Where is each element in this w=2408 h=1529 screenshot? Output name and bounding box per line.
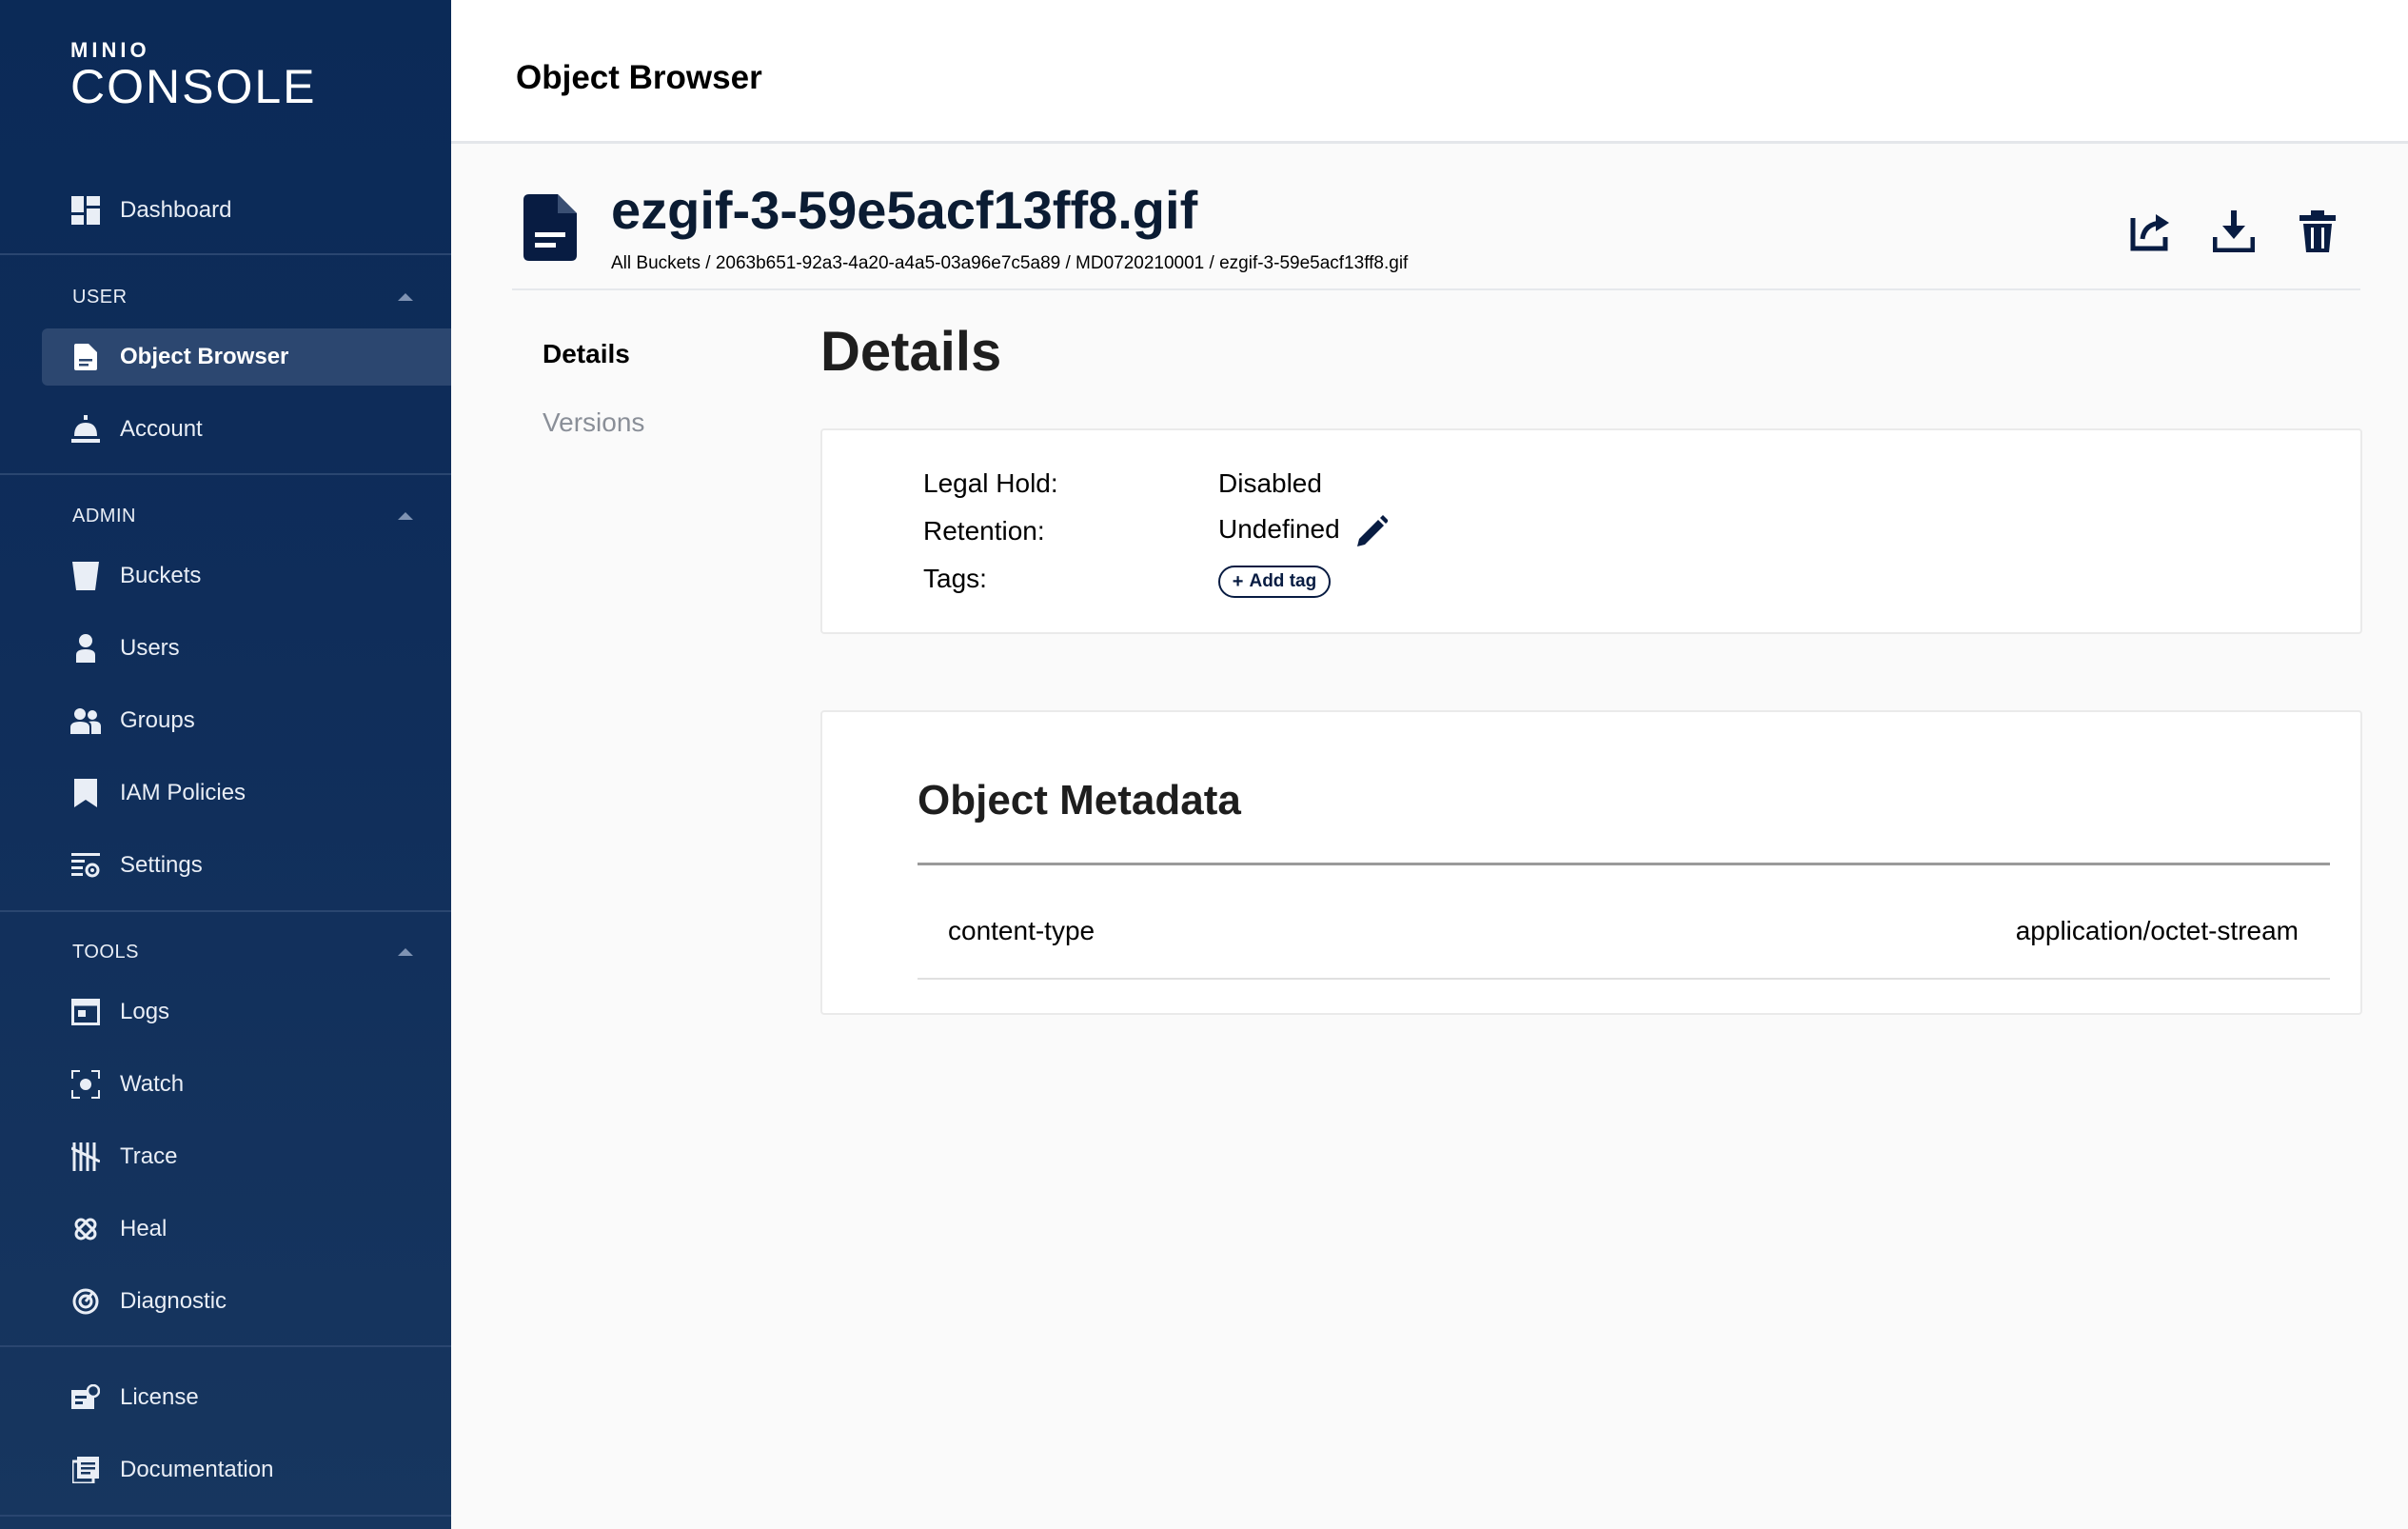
metadata-title: Object Metadata xyxy=(918,777,1241,824)
logo-product: CONSOLE xyxy=(70,60,317,113)
object-name: ezgif-3-59e5acf13ff8.gif xyxy=(611,180,1198,240)
watch-icon xyxy=(70,1069,101,1100)
section-user-toggle[interactable]: USER xyxy=(72,283,415,311)
metadata-value: application/octet-stream xyxy=(2015,916,2299,945)
breadcrumb[interactable]: All Buckets / 2063b651-92a3-4a20-a4a5-03… xyxy=(611,253,1408,274)
share-icon xyxy=(2129,210,2171,257)
chevron-up-icon xyxy=(398,293,413,301)
legal-hold-label: Legal Hold: xyxy=(923,468,1058,498)
section-admin-toggle[interactable]: ADMIN xyxy=(72,502,415,530)
metadata-row-divider xyxy=(918,978,2330,980)
groups-icon xyxy=(70,705,101,736)
bookmark-icon xyxy=(70,778,101,808)
sidebar-item-users[interactable]: Users xyxy=(42,620,451,677)
page-header: Object Browser xyxy=(451,0,2408,144)
sidebar-item-license[interactable]: License xyxy=(42,1369,451,1426)
section-user-label: USER xyxy=(72,286,128,308)
sidebar: MINIO CONSOLE Dashboard USER Object Brow… xyxy=(0,0,451,1529)
sidebar-item-label: Dashboard xyxy=(120,197,232,223)
sidebar-item-label: IAM Policies xyxy=(120,780,247,805)
sidebar-item-label: License xyxy=(120,1384,199,1410)
sidebar-item-label: Groups xyxy=(120,707,195,733)
retention-label: Retention: xyxy=(923,516,1045,546)
section-admin-label: ADMIN xyxy=(72,505,136,526)
logs-icon xyxy=(70,997,101,1027)
details-title: Details xyxy=(820,321,1002,383)
sidebar-divider xyxy=(0,910,451,912)
plus-icon: + xyxy=(1232,571,1244,592)
page-title: Object Browser xyxy=(516,59,762,96)
trash-icon xyxy=(2299,209,2336,257)
license-icon xyxy=(70,1382,101,1413)
trace-icon xyxy=(70,1142,101,1172)
chevron-up-icon xyxy=(398,512,413,520)
sidebar-item-label: Logs xyxy=(120,999,170,1024)
sidebar-item-iam-policies[interactable]: IAM Policies xyxy=(42,764,451,822)
tab-details[interactable]: Details xyxy=(543,339,630,369)
sidebar-item-logs[interactable]: Logs xyxy=(42,983,451,1041)
dashboard-icon xyxy=(70,195,101,226)
sidebar-divider xyxy=(0,1515,451,1517)
add-tag-label: Add tag xyxy=(1249,571,1317,591)
sidebar-item-label: Watch xyxy=(120,1071,185,1097)
sidebar-item-dashboard[interactable]: Dashboard xyxy=(42,182,451,239)
sidebar-item-account[interactable]: Account xyxy=(42,401,451,458)
diagnostic-icon xyxy=(70,1286,101,1317)
sidebar-item-object-browser[interactable]: Object Browser xyxy=(42,328,451,386)
sidebar-item-buckets[interactable]: Buckets xyxy=(42,547,451,605)
sidebar-item-label: Trace xyxy=(120,1143,178,1169)
tab-versions[interactable]: Versions xyxy=(543,407,644,438)
section-tools-label: TOOLS xyxy=(72,941,139,963)
share-button[interactable] xyxy=(2124,208,2176,259)
sidebar-item-settings[interactable]: Settings xyxy=(42,837,451,894)
sidebar-item-label: Heal xyxy=(120,1216,168,1241)
sidebar-item-label: Settings xyxy=(120,852,203,878)
tags-label: Tags: xyxy=(923,564,987,593)
sidebar-item-trace[interactable]: Trace xyxy=(42,1128,451,1185)
metadata-key: content-type xyxy=(948,916,1095,945)
sidebar-item-label: Buckets xyxy=(120,563,202,588)
heal-icon xyxy=(70,1214,101,1244)
account-icon xyxy=(70,414,101,445)
sidebar-item-heal[interactable]: Heal xyxy=(42,1201,451,1258)
document-icon xyxy=(70,342,101,372)
sidebar-item-diagnostic[interactable]: Diagnostic xyxy=(42,1273,451,1330)
user-icon xyxy=(70,633,101,664)
sidebar-divider xyxy=(0,473,451,475)
sidebar-divider xyxy=(0,1345,451,1347)
sidebar-item-label: Documentation xyxy=(120,1457,274,1482)
sidebar-item-watch[interactable]: Watch xyxy=(42,1056,451,1113)
logo-brand: MINIO xyxy=(70,38,150,62)
legal-hold-value: Disabled xyxy=(1218,468,1322,498)
sidebar-item-label: Users xyxy=(120,635,180,661)
file-icon xyxy=(523,194,577,266)
pencil-icon xyxy=(1355,515,1389,550)
sidebar-divider xyxy=(0,253,451,255)
sidebar-item-label: Object Browser xyxy=(120,344,289,369)
add-tag-button[interactable]: + Add tag xyxy=(1218,566,1331,598)
header-divider xyxy=(512,288,2360,290)
sidebar-item-groups[interactable]: Groups xyxy=(42,692,451,749)
delete-button[interactable] xyxy=(2292,208,2343,259)
download-button[interactable] xyxy=(2208,208,2260,259)
download-icon xyxy=(2212,209,2256,257)
metadata-header-rule xyxy=(918,863,2330,865)
minio-console-logo[interactable]: MINIO CONSOLE xyxy=(70,38,317,113)
details-panel xyxy=(820,428,2362,634)
sidebar-item-label: Diagnostic xyxy=(120,1288,227,1314)
sidebar-item-documentation[interactable]: Documentation xyxy=(42,1441,451,1499)
retention-value: Undefined xyxy=(1218,514,1340,544)
settings-icon xyxy=(70,850,101,881)
edit-retention-button[interactable] xyxy=(1355,514,1389,546)
section-tools-toggle[interactable]: TOOLS xyxy=(72,938,415,966)
bucket-icon xyxy=(70,561,101,591)
sidebar-item-label: Account xyxy=(120,416,203,442)
chevron-up-icon xyxy=(398,948,413,956)
documentation-icon xyxy=(70,1455,101,1485)
